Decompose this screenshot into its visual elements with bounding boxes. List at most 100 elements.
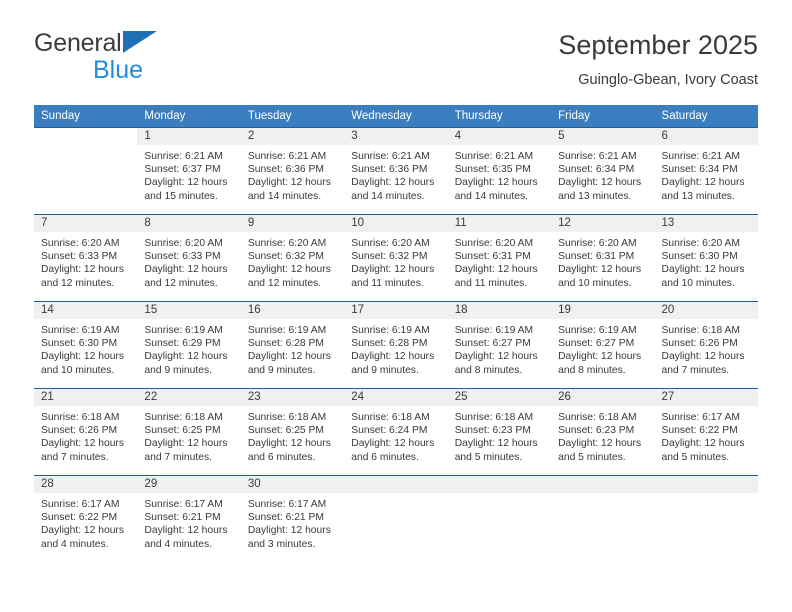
sunset-text: Sunset: 6:30 PM: [41, 338, 118, 350]
calendar-day-cell[interactable]: 8 Sunrise: 6:20 AM Sunset: 6:33 PM Daylight…: [137, 214, 241, 302]
calendar-day-cell[interactable]: 19 Sunrise: 6:19 AM Sunset: 6:27 PM Dayligh…: [551, 301, 655, 389]
day-cell-content: 27 Sunrise: 6:17 AM Sunset: 6:22 PM Dayligh…: [654, 389, 758, 475]
sunrise-text: Sunrise: 6:21 AM: [247, 151, 327, 162]
sunset-text: Sunset: 6:21 PM: [144, 512, 221, 524]
daylight-text-line2: and 14 minutes.: [351, 190, 425, 202]
sunrise-text: Sunrise: 6:19 AM: [144, 325, 223, 336]
calendar-day-cell[interactable]: 15 Sunrise: 6:19 AM Sunset: 6:29 PM Dayligh…: [137, 301, 241, 389]
day-cell-content: [34, 128, 137, 214]
day-cell-content: 16 Sunrise: 6:19 AM Sunset: 6:28 PM Dayligh…: [240, 302, 345, 388]
day-number: 10: [344, 215, 448, 232]
day-cell-content: 25 Sunrise: 6:18 AM Sunset: 6:23 PM Dayligh…: [447, 389, 552, 475]
calendar-day-cell[interactable]: 13 Sunrise: 6:20 AM Sunset: 6:30 PM Dayligh…: [654, 214, 758, 302]
daylight-text-line1: Daylight: 12 hours: [247, 351, 331, 363]
daylight-text-line1: Daylight: 12 hours: [661, 264, 745, 276]
calendar-day-cell[interactable]: 12 Sunrise: 6:20 AM Sunset: 6:31 PM Dayligh…: [551, 214, 655, 302]
sunset-text: Sunset: 6:26 PM: [41, 425, 118, 437]
day-cell-content: 3 Sunrise: 6:21 AM Sunset: 6:36 PM Daylight…: [344, 128, 448, 214]
day-number: 11: [447, 215, 552, 232]
sunset-text: Sunset: 6:25 PM: [144, 425, 221, 437]
sunrise-text: Sunrise: 6:17 AM: [41, 499, 120, 510]
day-number: 6: [654, 128, 758, 145]
day-number: 5: [551, 128, 655, 145]
sunrise-text: Sunrise: 6:19 AM: [41, 325, 120, 336]
calendar-day-cell[interactable]: 17 Sunrise: 6:19 AM Sunset: 6:28 PM Dayligh…: [344, 301, 448, 389]
calendar-day-cell[interactable]: 21 Sunrise: 6:18 AM Sunset: 6:26 PM Dayligh…: [34, 388, 138, 476]
day-number: [551, 476, 655, 493]
calendar-day-cell[interactable]: 22 Sunrise: 6:18 AM Sunset: 6:25 PM Dayligh…: [137, 388, 241, 476]
day-sun-info: Sunrise: 6:18 AM Sunset: 6:23 PM Daylight:…: [448, 406, 551, 464]
weekday-header-saturday: Saturday: [654, 105, 758, 128]
day-sun-info: Sunrise: 6:21 AM Sunset: 6:34 PM Daylight:…: [655, 145, 758, 203]
day-number: 12: [551, 215, 655, 232]
sunrise-text: Sunrise: 6:19 AM: [558, 325, 637, 336]
calendar-day-cell: [447, 475, 552, 562]
daylight-text-line2: and 10 minutes.: [661, 277, 735, 289]
calendar-day-cell[interactable]: 7 Sunrise: 6:20 AM Sunset: 6:33 PM Daylight…: [34, 214, 138, 302]
daylight-text-line1: Daylight: 12 hours: [351, 351, 435, 363]
sunset-text: Sunset: 6:29 PM: [144, 338, 221, 350]
calendar-day-cell[interactable]: 23 Sunrise: 6:18 AM Sunset: 6:25 PM Dayligh…: [240, 388, 345, 476]
calendar-day-cell[interactable]: 28 Sunrise: 6:17 AM Sunset: 6:22 PM Dayligh…: [34, 475, 138, 562]
day-number: 28: [34, 476, 138, 493]
daylight-text-line2: and 12 minutes.: [247, 277, 322, 289]
calendar-week-row: 28 Sunrise: 6:17 AM Sunset: 6:22 PM Dayligh…: [34, 475, 758, 562]
calendar-day-cell[interactable]: 5 Sunrise: 6:21 AM Sunset: 6:34 PM Daylight…: [551, 127, 655, 215]
calendar-day-cell[interactable]: 25 Sunrise: 6:18 AM Sunset: 6:23 PM Dayligh…: [447, 388, 552, 476]
sunset-text: Sunset: 6:22 PM: [41, 512, 118, 524]
day-sun-info: Sunrise: 6:19 AM Sunset: 6:28 PM Daylight:…: [344, 319, 447, 377]
day-cell-content: 18 Sunrise: 6:19 AM Sunset: 6:27 PM Dayligh…: [447, 302, 552, 388]
daylight-text-line1: Daylight: 12 hours: [144, 264, 228, 276]
calendar-day-cell[interactable]: 20 Sunrise: 6:18 AM Sunset: 6:26 PM Dayligh…: [654, 301, 758, 389]
daylight-text-line2: and 7 minutes.: [661, 364, 730, 376]
sunrise-text: Sunrise: 6:18 AM: [661, 325, 740, 336]
sunset-text: Sunset: 6:27 PM: [454, 338, 531, 350]
daylight-text-line1: Daylight: 12 hours: [558, 177, 642, 189]
day-number: 16: [240, 302, 345, 319]
calendar-day-cell[interactable]: 9 Sunrise: 6:20 AM Sunset: 6:32 PM Daylight…: [240, 214, 345, 302]
day-cell-content: 20 Sunrise: 6:18 AM Sunset: 6:26 PM Dayligh…: [654, 302, 758, 388]
calendar-day-cell[interactable]: 14 Sunrise: 6:19 AM Sunset: 6:30 PM Dayligh…: [34, 301, 138, 389]
day-cell-content: 13 Sunrise: 6:20 AM Sunset: 6:30 PM Dayligh…: [654, 215, 758, 301]
calendar-day-cell[interactable]: 11 Sunrise: 6:20 AM Sunset: 6:31 PM Dayligh…: [447, 214, 552, 302]
sunrise-text: Sunrise: 6:21 AM: [351, 151, 430, 162]
day-cell-content: 21 Sunrise: 6:18 AM Sunset: 6:26 PM Dayligh…: [34, 389, 138, 475]
calendar-day-cell[interactable]: 4 Sunrise: 6:21 AM Sunset: 6:35 PM Daylight…: [447, 127, 552, 215]
triangle-logo-icon: [122, 31, 157, 53]
day-number: 17: [344, 302, 448, 319]
sunrise-text: Sunrise: 6:17 AM: [247, 499, 327, 510]
general-blue-logo[interactable]: General Blue: [34, 28, 274, 90]
calendar-day-cell[interactable]: 26 Sunrise: 6:18 AM Sunset: 6:23 PM Dayligh…: [551, 388, 655, 476]
day-number: [447, 476, 552, 493]
calendar-day-cell[interactable]: 30 Sunrise: 6:17 AM Sunset: 6:21 PM Dayligh…: [240, 475, 345, 562]
calendar-day-cell[interactable]: 1 Sunrise: 6:21 AM Sunset: 6:37 PM Daylight…: [137, 127, 241, 215]
calendar-day-cell[interactable]: 18 Sunrise: 6:19 AM Sunset: 6:27 PM Dayligh…: [447, 301, 552, 389]
day-sun-info: Sunrise: 6:21 AM Sunset: 6:36 PM Daylight:…: [344, 145, 447, 203]
calendar-day-cell[interactable]: 27 Sunrise: 6:17 AM Sunset: 6:22 PM Dayligh…: [654, 388, 758, 476]
daylight-text-line1: Daylight: 12 hours: [661, 177, 745, 189]
page-title: September 2025: [558, 30, 758, 60]
sunrise-text: Sunrise: 6:20 AM: [661, 238, 740, 249]
sunset-text: Sunset: 6:36 PM: [247, 164, 324, 176]
calendar-week-row: 7 Sunrise: 6:20 AM Sunset: 6:33 PM Daylight…: [34, 214, 758, 302]
day-sun-info: Sunrise: 6:17 AM Sunset: 6:21 PM Daylight:…: [137, 493, 240, 551]
day-sun-info: Sunrise: 6:21 AM Sunset: 6:34 PM Daylight:…: [551, 145, 654, 203]
daylight-text-line2: and 8 minutes.: [558, 364, 626, 376]
day-cell-content: 4 Sunrise: 6:21 AM Sunset: 6:35 PM Daylight…: [447, 128, 552, 214]
calendar-day-cell[interactable]: 16 Sunrise: 6:19 AM Sunset: 6:28 PM Dayligh…: [240, 301, 345, 389]
day-sun-info: Sunrise: 6:19 AM Sunset: 6:27 PM Daylight:…: [551, 319, 654, 377]
daylight-text-line1: Daylight: 12 hours: [144, 438, 228, 450]
sunset-text: Sunset: 6:32 PM: [351, 251, 428, 263]
calendar-day-cell[interactable]: 3 Sunrise: 6:21 AM Sunset: 6:36 PM Daylight…: [344, 127, 448, 215]
day-number: 4: [447, 128, 552, 145]
calendar-day-cell[interactable]: 10 Sunrise: 6:20 AM Sunset: 6:32 PM Dayligh…: [344, 214, 448, 302]
calendar-day-cell[interactable]: 2 Sunrise: 6:21 AM Sunset: 6:36 PM Daylight…: [240, 127, 345, 215]
calendar-day-cell[interactable]: 29 Sunrise: 6:17 AM Sunset: 6:21 PM Dayligh…: [137, 475, 241, 562]
day-number: 29: [137, 476, 241, 493]
day-sun-info: Sunrise: 6:20 AM Sunset: 6:33 PM Daylight:…: [137, 232, 240, 290]
day-sun-info: Sunrise: 6:19 AM Sunset: 6:30 PM Daylight:…: [34, 319, 137, 377]
calendar-day-cell[interactable]: 24 Sunrise: 6:18 AM Sunset: 6:24 PM Dayligh…: [344, 388, 448, 476]
daylight-text-line2: and 14 minutes.: [454, 190, 528, 202]
calendar-body: 1 Sunrise: 6:21 AM Sunset: 6:37 PM Daylight…: [34, 127, 758, 562]
calendar-day-cell[interactable]: 6 Sunrise: 6:21 AM Sunset: 6:34 PM Daylight…: [654, 127, 758, 215]
